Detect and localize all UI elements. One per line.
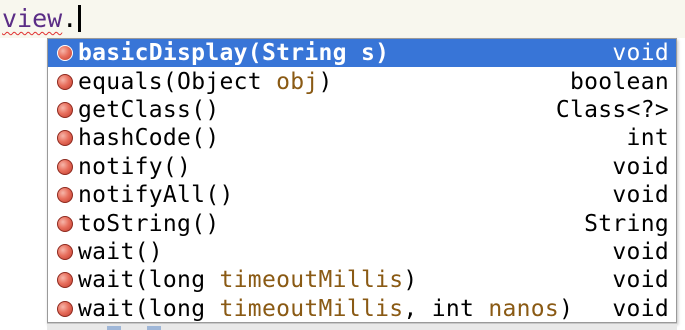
method-name: wait bbox=[78, 295, 135, 322]
paren-close: ) bbox=[205, 96, 220, 123]
paren-open: ( bbox=[191, 210, 206, 237]
public-method-icon bbox=[57, 187, 73, 204]
public-method-icon bbox=[57, 73, 73, 90]
completion-item[interactable]: wait(long timeoutMillis, int nanos) void bbox=[48, 295, 676, 322]
method-signature: hashCode() bbox=[78, 125, 627, 151]
paren-open: ( bbox=[247, 40, 262, 67]
method-signature: toString() bbox=[78, 211, 584, 237]
public-method-icon bbox=[57, 215, 73, 232]
method-signature: basicDisplay(String s) bbox=[78, 40, 612, 66]
return-type: Class<?> bbox=[555, 96, 669, 123]
method-signature: getClass() bbox=[78, 97, 556, 123]
return-type: void bbox=[612, 153, 669, 180]
param-type: Object bbox=[177, 68, 277, 95]
public-method-icon bbox=[57, 300, 73, 317]
paren-open: ( bbox=[191, 96, 206, 123]
editor-current-line[interactable]: view. bbox=[0, 0, 685, 38]
paren-close: ) bbox=[148, 238, 163, 265]
paren-close: ) bbox=[205, 210, 220, 237]
method-name: notify bbox=[78, 153, 163, 180]
paren-open: ( bbox=[162, 153, 178, 180]
param-separator: , bbox=[403, 295, 432, 322]
popup-status-strip bbox=[47, 323, 677, 330]
public-method-icon bbox=[57, 45, 73, 62]
method-signature: wait() bbox=[78, 239, 612, 265]
completion-item[interactable]: toString() String bbox=[48, 209, 676, 237]
paren-close: ) bbox=[177, 153, 192, 180]
paren-close: ) bbox=[559, 295, 574, 322]
paren-open: ( bbox=[162, 68, 178, 95]
strip-marker bbox=[147, 326, 161, 330]
completion-item[interactable]: basicDisplay(String s) void bbox=[48, 39, 676, 68]
param-type: long bbox=[148, 267, 220, 294]
method-signature: notify() bbox=[78, 154, 612, 180]
completion-item[interactable]: wait() void bbox=[48, 238, 676, 266]
method-name: hashCode bbox=[78, 125, 192, 152]
public-method-icon bbox=[57, 243, 73, 260]
param-type: int bbox=[431, 295, 489, 322]
return-type: boolean bbox=[569, 68, 669, 95]
param-name: obj bbox=[276, 68, 319, 95]
param-name: nanos bbox=[488, 295, 560, 322]
method-signature: equals(Object obj) bbox=[78, 69, 570, 95]
paren-open: ( bbox=[205, 182, 220, 209]
paren-close: ) bbox=[205, 125, 220, 152]
code-dot: . bbox=[62, 4, 78, 33]
method-name: basicDisplay bbox=[78, 40, 248, 67]
completion-item[interactable]: hashCode() int bbox=[48, 124, 676, 152]
completion-list: basicDisplay(String s) void equals(Object … bbox=[48, 39, 676, 322]
completion-item[interactable]: equals(Object obj) boolean bbox=[48, 67, 676, 95]
paren-close: ) bbox=[219, 182, 234, 209]
method-name: equals bbox=[78, 68, 163, 95]
method-name: wait bbox=[78, 267, 135, 294]
paren-close: ) bbox=[403, 267, 418, 294]
public-method-icon bbox=[57, 130, 73, 147]
strip-marker bbox=[107, 326, 121, 330]
param-name: timeoutMillis bbox=[219, 295, 404, 322]
completion-item[interactable]: notifyAll() void bbox=[48, 181, 676, 209]
param-name: s bbox=[360, 40, 376, 67]
method-name: getClass bbox=[78, 96, 192, 123]
paren-close: ) bbox=[318, 68, 333, 95]
method-signature: wait(long timeoutMillis, int nanos) bbox=[78, 296, 612, 322]
public-method-icon bbox=[57, 272, 73, 289]
method-name: notifyAll bbox=[78, 182, 206, 209]
method-signature: notifyAll() bbox=[78, 182, 612, 208]
paren-open: ( bbox=[134, 238, 149, 265]
completion-item[interactable]: wait(long timeoutMillis) void bbox=[48, 266, 676, 294]
completion-item[interactable]: notify() void bbox=[48, 153, 676, 181]
param-type: long bbox=[148, 295, 220, 322]
code-text[interactable]: view. bbox=[2, 3, 82, 35]
content-assist-popup[interactable]: basicDisplay(String s) void equals(Object … bbox=[47, 38, 677, 323]
method-name: wait bbox=[78, 238, 135, 265]
method-name: toString bbox=[78, 210, 192, 237]
return-type: void bbox=[612, 182, 669, 209]
paren-open: ( bbox=[134, 295, 149, 322]
code-identifier: view bbox=[2, 4, 63, 33]
return-type: void bbox=[612, 295, 669, 322]
method-signature: wait(long timeoutMillis) bbox=[78, 267, 612, 293]
return-type: String bbox=[584, 210, 669, 237]
public-method-icon bbox=[57, 101, 73, 118]
return-type: int bbox=[626, 125, 669, 152]
public-method-icon bbox=[57, 158, 73, 175]
completion-item[interactable]: getClass() Class<?> bbox=[48, 96, 676, 124]
text-caret bbox=[78, 5, 82, 32]
paren-open: ( bbox=[134, 267, 149, 294]
paren-open: ( bbox=[191, 125, 206, 152]
return-type: void bbox=[612, 40, 669, 67]
param-name: timeoutMillis bbox=[219, 267, 404, 294]
return-type: void bbox=[612, 267, 669, 294]
param-type: String bbox=[261, 40, 361, 67]
paren-close: ) bbox=[375, 40, 390, 67]
return-type: void bbox=[612, 238, 669, 265]
